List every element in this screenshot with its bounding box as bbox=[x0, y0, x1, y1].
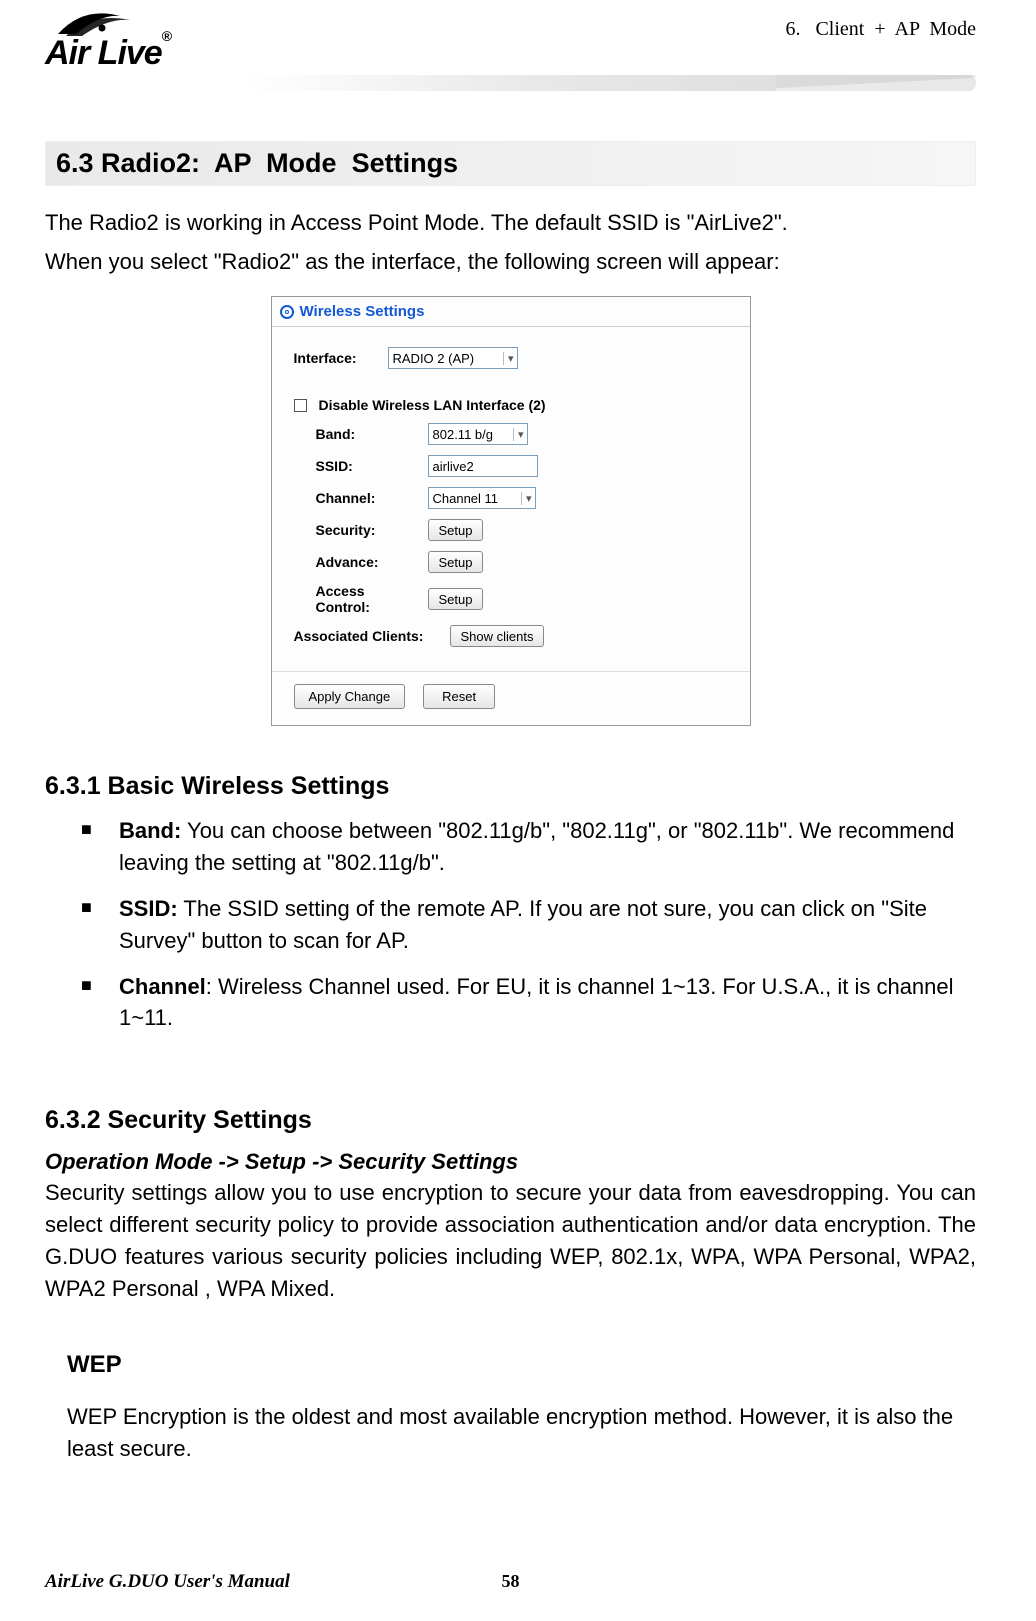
advance-label: Advance: bbox=[294, 554, 422, 570]
disable-wlan-label: Disable Wireless LAN Interface (2) bbox=[319, 397, 546, 413]
bullet-ssid-text: The SSID setting of the remote AP. If yo… bbox=[119, 896, 927, 953]
bullet-ssid: SSID: The SSID setting of the remote AP.… bbox=[81, 893, 976, 957]
interface-label: Interface: bbox=[294, 350, 382, 366]
wireless-settings-title: Wireless Settings bbox=[272, 297, 750, 327]
advance-setup-button[interactable]: Setup bbox=[428, 551, 484, 573]
bullet-band: Band: You can choose between "802.11g/b"… bbox=[81, 815, 976, 879]
wep-heading: WEP bbox=[67, 1351, 976, 1379]
intro-para-1: The Radio2 is working in Access Point Mo… bbox=[45, 206, 976, 239]
disable-wlan-checkbox[interactable] bbox=[294, 399, 307, 412]
channel-select[interactable]: Channel 11 bbox=[428, 487, 536, 509]
footer-page-number: 58 bbox=[502, 1571, 520, 1592]
bullet-channel-label: Channel bbox=[119, 974, 206, 999]
target-icon bbox=[280, 305, 294, 319]
basic-wireless-heading: 6.3.1 Basic Wireless Settings bbox=[45, 772, 976, 801]
associated-clients-label: Associated Clients: bbox=[294, 628, 444, 644]
show-clients-button[interactable]: Show clients bbox=[450, 625, 545, 647]
access-control-setup-button[interactable]: Setup bbox=[428, 588, 484, 610]
logo-text: Air Live® bbox=[45, 34, 171, 73]
wireless-settings-title-text: Wireless Settings bbox=[300, 303, 425, 320]
apply-change-button[interactable]: Apply Change bbox=[294, 684, 406, 709]
bullet-channel: Channel: Wireless Channel used. For EU, … bbox=[81, 971, 976, 1035]
logo: Air Live® bbox=[45, 10, 171, 73]
security-nav-path: Operation Mode -> Setup -> Security Sett… bbox=[45, 1149, 976, 1175]
section-heading: 6.3 Radio2: AP Mode Settings bbox=[56, 148, 965, 179]
security-label: Security: bbox=[294, 522, 422, 538]
channel-label: Channel: bbox=[294, 490, 422, 506]
bullet-band-label: Band: bbox=[119, 818, 181, 843]
access-control-label: Access Control: bbox=[294, 583, 422, 615]
page-footer: AirLive G.DUO User's Manual 58 bbox=[45, 1571, 976, 1593]
band-label: Band: bbox=[294, 426, 422, 442]
intro-para-2: When you select "Radio2" as the interfac… bbox=[45, 245, 976, 278]
security-body: Security settings allow you to use encry… bbox=[45, 1177, 976, 1305]
ssid-label: SSID: bbox=[294, 458, 422, 474]
bullet-ssid-label: SSID: bbox=[119, 896, 178, 921]
bullet-channel-text: : Wireless Channel used. For EU, it is c… bbox=[119, 974, 954, 1031]
header-divider bbox=[245, 75, 976, 91]
ssid-input[interactable]: airlive2 bbox=[428, 455, 538, 477]
wireless-settings-panel: Wireless Settings Interface: RADIO 2 (AP… bbox=[271, 296, 751, 726]
interface-select[interactable]: RADIO 2 (AP) bbox=[388, 347, 518, 369]
section-heading-box: 6.3 Radio2: AP Mode Settings bbox=[45, 141, 976, 186]
band-select[interactable]: 802.11 b/g bbox=[428, 423, 528, 445]
basic-wireless-bullets: Band: You can choose between "802.11g/b"… bbox=[45, 815, 976, 1034]
security-settings-heading: 6.3.2 Security Settings bbox=[45, 1106, 976, 1135]
footer-manual-name: AirLive G.DUO User's Manual bbox=[45, 1571, 290, 1593]
wep-body: WEP Encryption is the oldest and most av… bbox=[67, 1401, 976, 1465]
bullet-band-text: You can choose between "802.11g/b", "802… bbox=[119, 818, 954, 875]
security-setup-button[interactable]: Setup bbox=[428, 519, 484, 541]
reset-button[interactable]: Reset bbox=[423, 684, 495, 709]
chapter-label: 6. Client + AP Mode bbox=[785, 18, 976, 41]
